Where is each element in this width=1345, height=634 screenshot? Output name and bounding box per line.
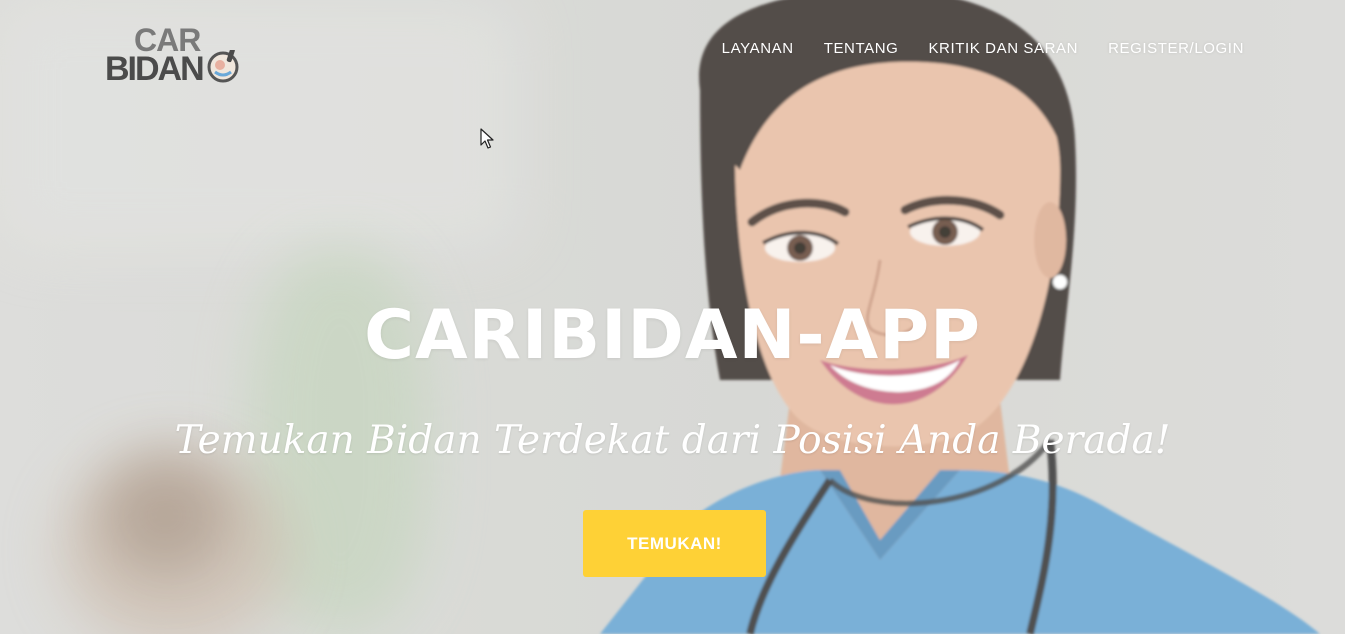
nav-item-register-login[interactable]: REGISTER/LOGIN — [1108, 40, 1244, 57]
nav-item-layanan[interactable]: LAYANAN — [722, 40, 794, 57]
brand-logo[interactable]: CAR BIDAN — [104, 24, 240, 88]
temukan-button[interactable]: TEMUKAN! — [583, 510, 766, 577]
logo-text-bidan: BIDAN — [105, 50, 205, 88]
main-nav: LAYANAN TENTANG KRITIK DAN SARAN REGISTE… — [722, 40, 1244, 57]
hero-subtitle: Temukan Bidan Terdekat dari Posisi Anda … — [174, 418, 1171, 463]
nav-item-tentang[interactable]: TENTANG — [824, 40, 899, 57]
hero-section: CAR BIDAN LAYANAN TENTANG KRITIK DAN SAR… — [0, 0, 1345, 634]
nav-item-kritik-dan-saran[interactable]: KRITIK DAN SARAN — [928, 40, 1078, 57]
midwife-emblem-icon — [207, 50, 239, 83]
mouse-cursor-icon — [480, 128, 494, 149]
hero-title: CARIBIDAN-APP — [364, 296, 981, 375]
